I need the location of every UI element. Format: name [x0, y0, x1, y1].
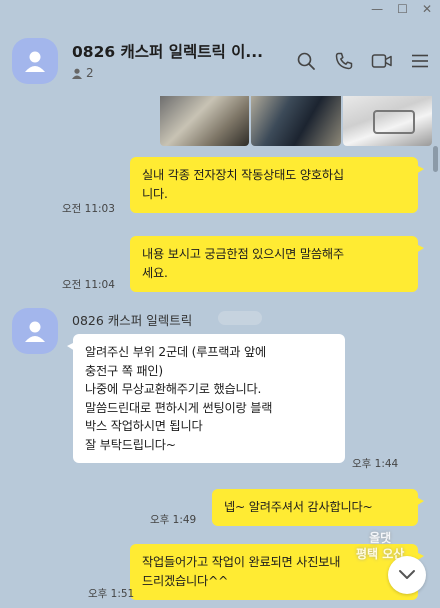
photo-thumbnail[interactable]: [342, 96, 432, 146]
menu-icon[interactable]: [408, 49, 432, 73]
message-line: 세요.: [142, 266, 168, 280]
watermark: 올댓 평택 오산: [356, 530, 404, 562]
message-line: 말씀드린대로 편하시게 썬팅이랑 블랙: [85, 400, 273, 415]
message-line: 내용 보시고 궁금한점 있으시면 말씀해주: [142, 247, 344, 261]
watermark-line: 올댓: [369, 531, 392, 545]
scroll-to-bottom-button[interactable]: [388, 556, 426, 594]
their-message-bubble[interactable]: 알려주신 부위 2군데 (루프랙과 앞에 충전구 쪽 패인) 나중에 무상교환해…: [67, 334, 345, 463]
scrollbar-thumb[interactable]: [433, 146, 438, 172]
message-line: 니다.: [142, 187, 168, 201]
close-button[interactable]: ✕: [422, 3, 432, 15]
chatroom-avatar[interactable]: [12, 38, 58, 84]
my-message-bubble[interactable]: 내용 보시고 궁금한점 있으시면 말씀해주 세요.: [130, 236, 424, 292]
minimize-button[interactable]: —: [371, 3, 383, 15]
search-icon[interactable]: [294, 49, 318, 73]
message-time: 오전 11:03: [62, 203, 115, 215]
maximize-button[interactable]: ☐: [397, 3, 408, 15]
video-call-icon[interactable]: [370, 49, 394, 73]
redacted-name-part: [218, 311, 262, 325]
members-icon: [72, 68, 82, 79]
sender-avatar[interactable]: [12, 308, 58, 354]
photo-message[interactable]: [160, 96, 432, 146]
message-line: 알려주신 부위 2군데 (루프랙과 앞에: [85, 345, 266, 359]
member-count[interactable]: 2: [72, 66, 94, 80]
message-line: 드리겠습니다^^: [142, 574, 229, 588]
chatroom-title[interactable]: 0826 캐스퍼 일렉트릭 이...: [72, 40, 292, 62]
chevron-down-icon: [399, 570, 415, 579]
message-time: 오전 11:04: [62, 279, 115, 291]
message-time: 오후 1:44: [352, 458, 399, 470]
message-line: 박스 작업하시면 됩니다: [85, 419, 203, 433]
message-line: 잘 부탁드립니다~: [85, 437, 176, 452]
message-time: 오후 1:49: [150, 514, 197, 526]
window-controls: — ☐ ✕: [340, 0, 440, 18]
message-line: 충전구 쪽 패인): [85, 363, 163, 378]
message-time: 오후 1:51: [88, 588, 135, 600]
message-line: 넵~ 알려주셔서 감사합니다~: [224, 500, 373, 514]
sender-name: 0826 캐스퍼 일렉트릭: [72, 313, 193, 328]
message-line: 실내 각종 전자장치 작동상태도 양호하십: [142, 168, 344, 182]
phone-icon[interactable]: [332, 49, 356, 73]
header-actions: [294, 49, 432, 73]
message-line: 나중에 무상교환해주기로 했습니다.: [85, 382, 262, 396]
my-message-bubble[interactable]: 넵~ 알려주셔서 감사합니다~: [212, 489, 424, 526]
person-icon: [25, 51, 45, 72]
member-count-value: 2: [86, 66, 94, 80]
person-icon: [25, 321, 45, 342]
photo-thumbnail[interactable]: [251, 96, 341, 146]
my-message-bubble[interactable]: 실내 각종 전자장치 작동상태도 양호하십 니다.: [130, 157, 424, 213]
photo-thumbnail[interactable]: [160, 96, 250, 146]
